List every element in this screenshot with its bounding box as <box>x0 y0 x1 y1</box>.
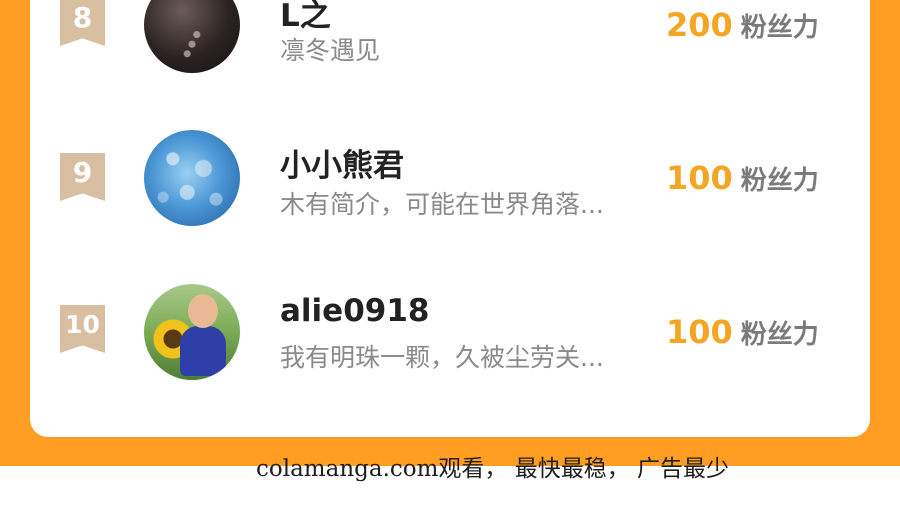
watermark-text: colamanga.com观看， 最快最稳， 广告最少 <box>256 456 730 482</box>
ranking-row[interactable]: 8 L之 凛冬遇见 200 粉丝力 <box>30 0 870 80</box>
score-unit: 粉丝力 <box>740 166 819 196</box>
rank-badge: 9 <box>60 153 105 201</box>
rank-badge: 10 <box>60 305 105 353</box>
user-name[interactable]: L之 <box>280 0 331 35</box>
score-unit: 粉丝力 <box>740 13 819 43</box>
score-value: 100 <box>666 313 733 351</box>
user-name[interactable]: 小小熊君 <box>280 140 404 185</box>
fan-power-score: 100 粉丝力 <box>666 313 819 351</box>
user-bio: 我有明珠一颗，久被尘劳关... <box>280 343 604 372</box>
fan-power-score: 200 粉丝力 <box>666 6 819 44</box>
score-unit: 粉丝力 <box>740 320 819 350</box>
rank-badge: 8 <box>60 0 105 46</box>
avatar[interactable] <box>144 0 240 73</box>
ranking-row[interactable]: 9 小小熊君 木有简介，可能在世界角落... 100 粉丝力 <box>30 113 870 243</box>
fan-power-score: 100 粉丝力 <box>666 159 819 197</box>
avatar[interactable] <box>144 130 240 226</box>
score-value: 100 <box>666 159 733 197</box>
user-bio: 木有简介，可能在世界角落... <box>280 190 604 219</box>
user-name[interactable]: alie0918 <box>280 293 429 329</box>
avatar[interactable] <box>144 284 240 380</box>
user-bio: 凛冬遇见 <box>280 36 381 65</box>
fan-ranking-card: 8 L之 凛冬遇见 200 粉丝力 9 小小熊君 木有简介，可能在世界角落... … <box>30 0 870 437</box>
score-value: 200 <box>666 6 733 44</box>
ranking-row[interactable]: 10 alie0918 我有明珠一颗，久被尘劳关... 100 粉丝力 <box>30 267 870 397</box>
